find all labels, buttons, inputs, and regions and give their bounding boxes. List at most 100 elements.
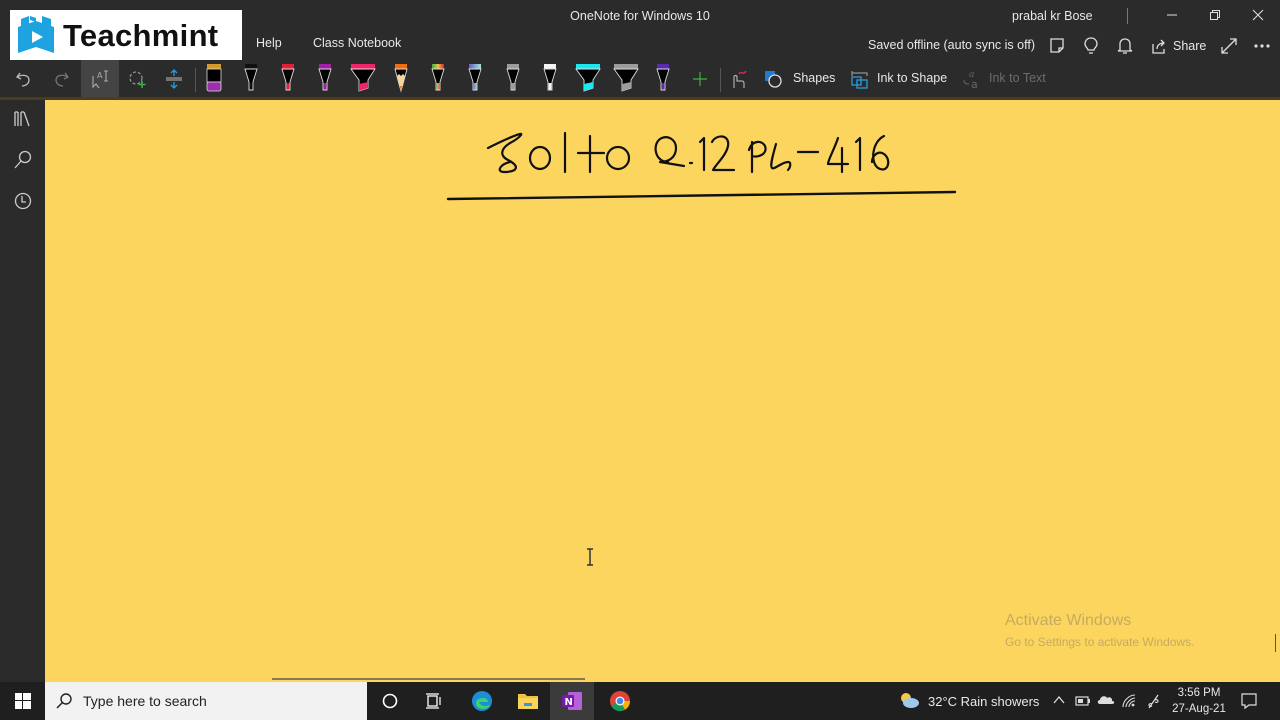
title-separator [1127, 8, 1128, 24]
pen-pencil-6[interactable] [386, 62, 416, 94]
pen-pen-3[interactable] [273, 62, 303, 94]
logo-text: Teachmint [63, 17, 219, 53]
redo-button[interactable] [43, 60, 79, 98]
task-view-button[interactable] [412, 682, 456, 720]
pen-workspace-tray-icon[interactable] [1145, 692, 1161, 715]
sticky-notes-button[interactable] [1047, 36, 1069, 56]
eraser-icon [206, 64, 222, 92]
undo-button[interactable] [6, 60, 42, 98]
horizontal-scrollbar[interactable] [272, 678, 585, 680]
more-icon [1254, 44, 1270, 48]
network-tray-icon[interactable] [1121, 693, 1137, 714]
pen-icon [431, 64, 445, 91]
pen-pen-13[interactable] [648, 62, 678, 94]
handwriting-ink: Sol to Q.12 Pg-416 [446, 131, 957, 201]
wifi-icon [1122, 694, 1136, 708]
sync-status: Saved offline (auto sync is off) [868, 38, 1035, 52]
taskbar-edge[interactable] [460, 682, 504, 720]
pen-workspace-icon [1148, 694, 1159, 709]
shapes-icon-wrap[interactable] [760, 60, 786, 98]
bell-icon [1117, 38, 1133, 54]
pen-eraser-1[interactable] [199, 62, 229, 94]
add-shape-button[interactable] [119, 60, 155, 98]
add-pen-button[interactable] [682, 60, 718, 98]
pen-pen-8[interactable] [460, 62, 490, 94]
menu-class-notebook[interactable]: Class Notebook [313, 36, 401, 56]
search-button[interactable] [12, 149, 34, 171]
notifications-button[interactable] [1115, 36, 1137, 56]
lasso-select-icon: A [92, 70, 108, 89]
weather-text[interactable]: 32°C Rain showers [928, 694, 1039, 709]
restore-button[interactable] [1205, 6, 1225, 26]
pen-highlighter-5[interactable] [348, 62, 378, 94]
share-button[interactable]: Share [1150, 37, 1206, 55]
pen-highlighter-11[interactable] [573, 62, 603, 94]
edge-icon [472, 691, 492, 711]
folder-icon [518, 694, 538, 709]
full-page-view-button[interactable] [1219, 36, 1241, 56]
windows-logo-icon [14, 693, 31, 709]
minimize-button[interactable] [1162, 6, 1182, 26]
menu-help[interactable]: Help [256, 36, 282, 56]
highlighter-icon [575, 64, 601, 92]
notebooks-button[interactable] [12, 108, 34, 130]
system-clock[interactable]: 3:56 PM 27-Aug-21 [1166, 685, 1232, 717]
minimize-icon [1167, 14, 1177, 16]
pen-pen-2[interactable] [236, 62, 266, 94]
pen-pen-7[interactable] [423, 62, 453, 94]
share-label: Share [1173, 39, 1207, 53]
taskbar-chrome[interactable] [598, 682, 642, 720]
battery-icon [1075, 696, 1090, 706]
insert-space-button[interactable] [156, 60, 192, 98]
notebooks-icon [14, 111, 30, 127]
pen-icon [468, 64, 482, 91]
weather-widget[interactable] [898, 691, 920, 716]
ink-to-shape-button[interactable]: Ink to Shape [877, 71, 947, 85]
recent-notes-button[interactable] [12, 190, 34, 212]
svg-text:a: a [971, 78, 978, 90]
clock-date: 27-Aug-21 [1172, 703, 1226, 715]
close-button[interactable] [1248, 6, 1268, 26]
shapes-icon [765, 71, 782, 88]
pen-pen-4[interactable] [310, 62, 340, 94]
shapes-button[interactable]: Shapes [793, 71, 835, 85]
highlighter-icon [350, 64, 376, 92]
more-options-button[interactable] [1252, 36, 1274, 56]
taskbar-file-explorer[interactable] [506, 682, 550, 720]
pen-pen-9[interactable] [498, 62, 528, 94]
redo-icon [55, 72, 69, 87]
taskbar-onenote[interactable]: N [550, 682, 594, 720]
battery-tray-icon[interactable] [1075, 694, 1091, 713]
activate-windows-watermark: Activate Windows Go to Settings to activ… [1005, 612, 1194, 649]
vertical-scrollbar[interactable] [1275, 634, 1276, 652]
expand-icon [1221, 38, 1237, 54]
recent-icon [14, 192, 32, 210]
pen-pen-10[interactable] [535, 62, 565, 94]
onedrive-tray-icon[interactable] [1097, 693, 1115, 712]
user-account[interactable]: prabal kr Bose [1012, 9, 1093, 23]
draw-with-touch-button[interactable] [720, 60, 756, 98]
cortana-button[interactable] [368, 682, 412, 720]
tell-me-button[interactable] [1081, 36, 1103, 56]
toolbar-separator [195, 68, 196, 92]
clock-time: 3:56 PM [1177, 687, 1221, 699]
taskbar-search-box[interactable]: Type here to search [45, 682, 367, 720]
pen-icon [281, 64, 295, 91]
ink-to-shape-icon-wrap[interactable] [846, 60, 874, 98]
task-view-icon [426, 693, 441, 709]
notification-center-icon [1241, 693, 1257, 710]
show-hidden-icons-button[interactable] [1052, 693, 1066, 712]
share-icon [1152, 39, 1165, 54]
action-center-button[interactable] [1240, 692, 1258, 715]
start-button[interactable] [0, 682, 45, 720]
lasso-select-button[interactable]: A [81, 60, 119, 98]
teachmint-book-icon [18, 15, 54, 53]
rain-cloud-icon [901, 693, 919, 708]
windows-taskbar: Type here to search N 32°C Rain showers … [0, 682, 1280, 720]
pen-highlighter-12[interactable] [611, 62, 641, 94]
pen-icon [656, 64, 670, 91]
pencil-icon [394, 64, 408, 93]
pen-icon [244, 64, 258, 91]
search-icon [56, 693, 72, 709]
note-page-canvas[interactable]: Sol to Q.12 Pg-416 [45, 100, 1280, 682]
